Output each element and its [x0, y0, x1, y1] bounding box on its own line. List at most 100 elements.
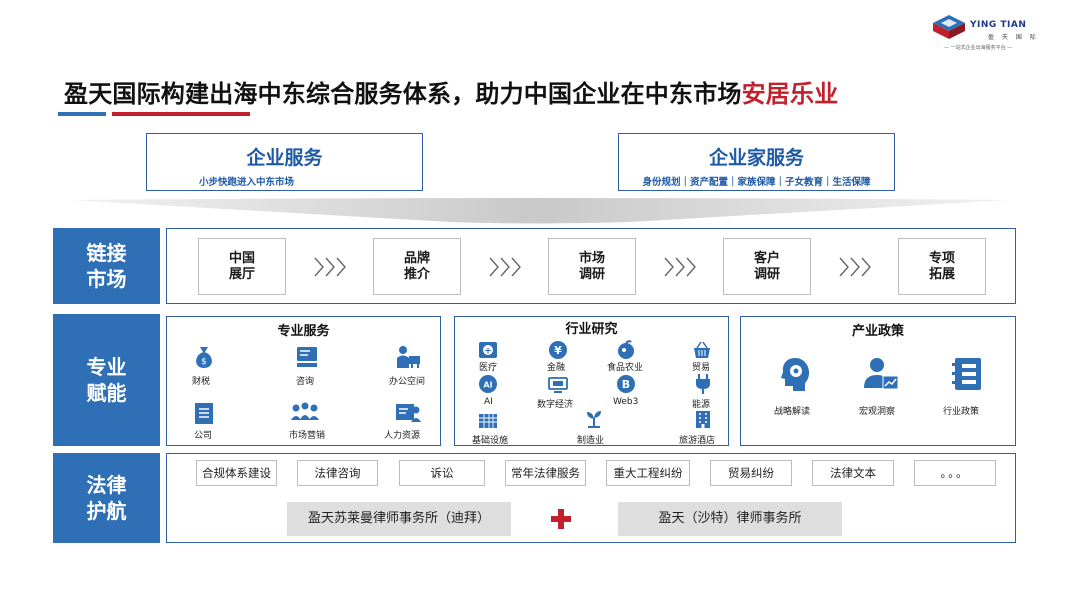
tag-legal-consulting: 法律咨询 [297, 460, 378, 486]
step-label: 客户 [753, 250, 780, 266]
item-label: AI [484, 397, 493, 407]
plus-icon [551, 509, 571, 529]
title-underline-blue [58, 112, 106, 116]
enterprise-services-title: 企业服务 [246, 147, 323, 169]
item-label: 金融 [547, 363, 566, 373]
item-label: 战略解读 [774, 407, 811, 417]
step-label: 拓展 [928, 266, 955, 282]
title-main: 盈天国际构建出海中东综合服务体系，助力中国企业在中东市场 [64, 80, 742, 108]
side-label-line2: 赋能 [86, 381, 127, 405]
entrepreneur-services-title: 企业家服务 [708, 147, 804, 169]
strategy-head-icon [781, 358, 810, 391]
step-market-research: 市场 调研 [548, 238, 636, 295]
item-label: 旅游酒店 [679, 436, 716, 446]
item-label: 市场营销 [289, 431, 326, 441]
side-connect-market: 链接 市场 [53, 228, 160, 304]
entrepreneur-services-subtitle: 身份规划｜资产配置｜家族保障｜子女教育｜生活保障 [642, 177, 871, 188]
item-label: 宏观洞察 [859, 407, 896, 417]
office-space-icon [397, 346, 420, 368]
side-label-line1: 法律 [86, 473, 127, 497]
side-professional-empowerment: 专业 赋能 [53, 314, 160, 446]
industry-policy-title: 产业政策 [851, 324, 904, 339]
energy-plug-icon [696, 374, 710, 394]
step-label: 专项 [928, 250, 955, 266]
item-label: 食品农业 [607, 363, 644, 373]
step-special-expansion: 专项 拓展 [898, 238, 986, 295]
ai-badge: AI [483, 381, 492, 390]
human-resources-icon [396, 404, 421, 422]
tag-trade-disputes: 贸易纠纷 [710, 460, 792, 486]
item-label: 公司 [194, 431, 213, 441]
medical-badge: + [484, 347, 492, 357]
item-label: 办公空间 [389, 377, 426, 387]
item-label: 贸易 [692, 363, 711, 373]
macro-insight-icon [864, 358, 899, 390]
company-icon [195, 403, 213, 424]
svg-text:$: $ [201, 357, 207, 367]
brand-name-cn: 盈 天 国 际 [988, 34, 1039, 41]
policy-notebook-icon [952, 358, 981, 390]
digital-economy-icon [548, 377, 568, 393]
side-label-line1: 专业 [86, 355, 127, 379]
money-bag-icon: $ [196, 347, 212, 368]
step-label: 品牌 [403, 250, 430, 266]
step-brand-promotion: 品牌 推介 [373, 238, 461, 295]
web3-bitcoin-icon: B [617, 375, 635, 393]
item-label: Web3 [613, 397, 639, 407]
tag-litigation: 诉讼 [399, 460, 485, 486]
entrepreneur-services-box: 企业家服务 身份规划｜资产配置｜家族保障｜子女教育｜生活保障 [618, 133, 895, 191]
step-label: 调研 [578, 266, 605, 282]
step-label: 市场 [578, 250, 605, 266]
step-customer-research: 客户 调研 [723, 238, 811, 295]
item-label: 基础设施 [472, 436, 509, 446]
finance-icon: ¥ [549, 341, 567, 359]
side-label-line2: 护航 [86, 499, 127, 523]
page-title: 盈天国际构建出海中东综合服务体系，助力中国企业在中东市场安居乐业 [64, 74, 838, 109]
side-label-line1: 链接 [86, 241, 127, 265]
trade-basket-icon [694, 341, 710, 358]
chevron-right-icon [314, 257, 346, 277]
manufacturing-plant-icon [587, 411, 601, 428]
web3-badge: B [622, 378, 630, 391]
side-legal-protection: 法律 护航 [53, 453, 160, 543]
marketing-icon [291, 402, 319, 420]
item-label: 咨询 [296, 377, 315, 387]
title-underline-red [112, 112, 250, 116]
hotel-building-icon [696, 411, 710, 428]
enterprise-services-box: 企业服务 小步快跑进入中东市场 [146, 133, 423, 191]
step-label: 调研 [753, 266, 780, 282]
firm-dubai: 盈天苏莱曼律师事务所（迪拜） [287, 502, 511, 536]
finance-badge: ¥ [554, 344, 562, 357]
item-label: 行业政策 [943, 407, 980, 417]
brand-slogan: — 一站式企业出海服务平台 — [944, 45, 1013, 51]
title-highlight: 安居乐业 [741, 80, 839, 108]
infrastructure-icon [479, 414, 497, 428]
ai-icon: AI [479, 375, 497, 393]
item-label: 财税 [192, 377, 211, 387]
professional-services-title: 专业服务 [277, 324, 330, 339]
medical-icon: + [479, 342, 497, 358]
item-label: 数字经济 [537, 400, 574, 410]
item-label: 医疗 [479, 363, 498, 373]
food-agriculture-icon [618, 340, 634, 359]
tag-legal-documents: 法律文本 [812, 460, 894, 486]
tag-more: 。。。 [914, 460, 996, 486]
item-label: 人力资源 [384, 431, 421, 441]
brand-name: YING TIAN [970, 20, 1027, 30]
tag-major-project-disputes: 重大工程纠纷 [606, 460, 690, 486]
chevron-right-icon [664, 257, 696, 277]
brand-logo: YING TIAN 盈 天 国 际 — 一站式企业出海服务平台 — [930, 14, 1036, 54]
step-label: 推介 [403, 266, 430, 282]
logo-icon [933, 15, 965, 39]
item-label: 制造业 [577, 436, 605, 446]
firm-saudi: 盈天（沙特）律师事务所 [618, 502, 842, 536]
funnel-band [70, 198, 1010, 224]
industry-research-title: 行业研究 [565, 322, 618, 337]
consulting-icon [297, 347, 317, 367]
enterprise-services-subtitle: 小步快跑进入中东市场 [199, 177, 295, 188]
chevron-right-icon [839, 257, 871, 277]
step-label: 中国 [228, 250, 255, 266]
chevron-right-icon [489, 257, 521, 277]
side-label-line2: 市场 [86, 267, 127, 291]
step-china-showroom: 中国 展厅 [198, 238, 286, 295]
